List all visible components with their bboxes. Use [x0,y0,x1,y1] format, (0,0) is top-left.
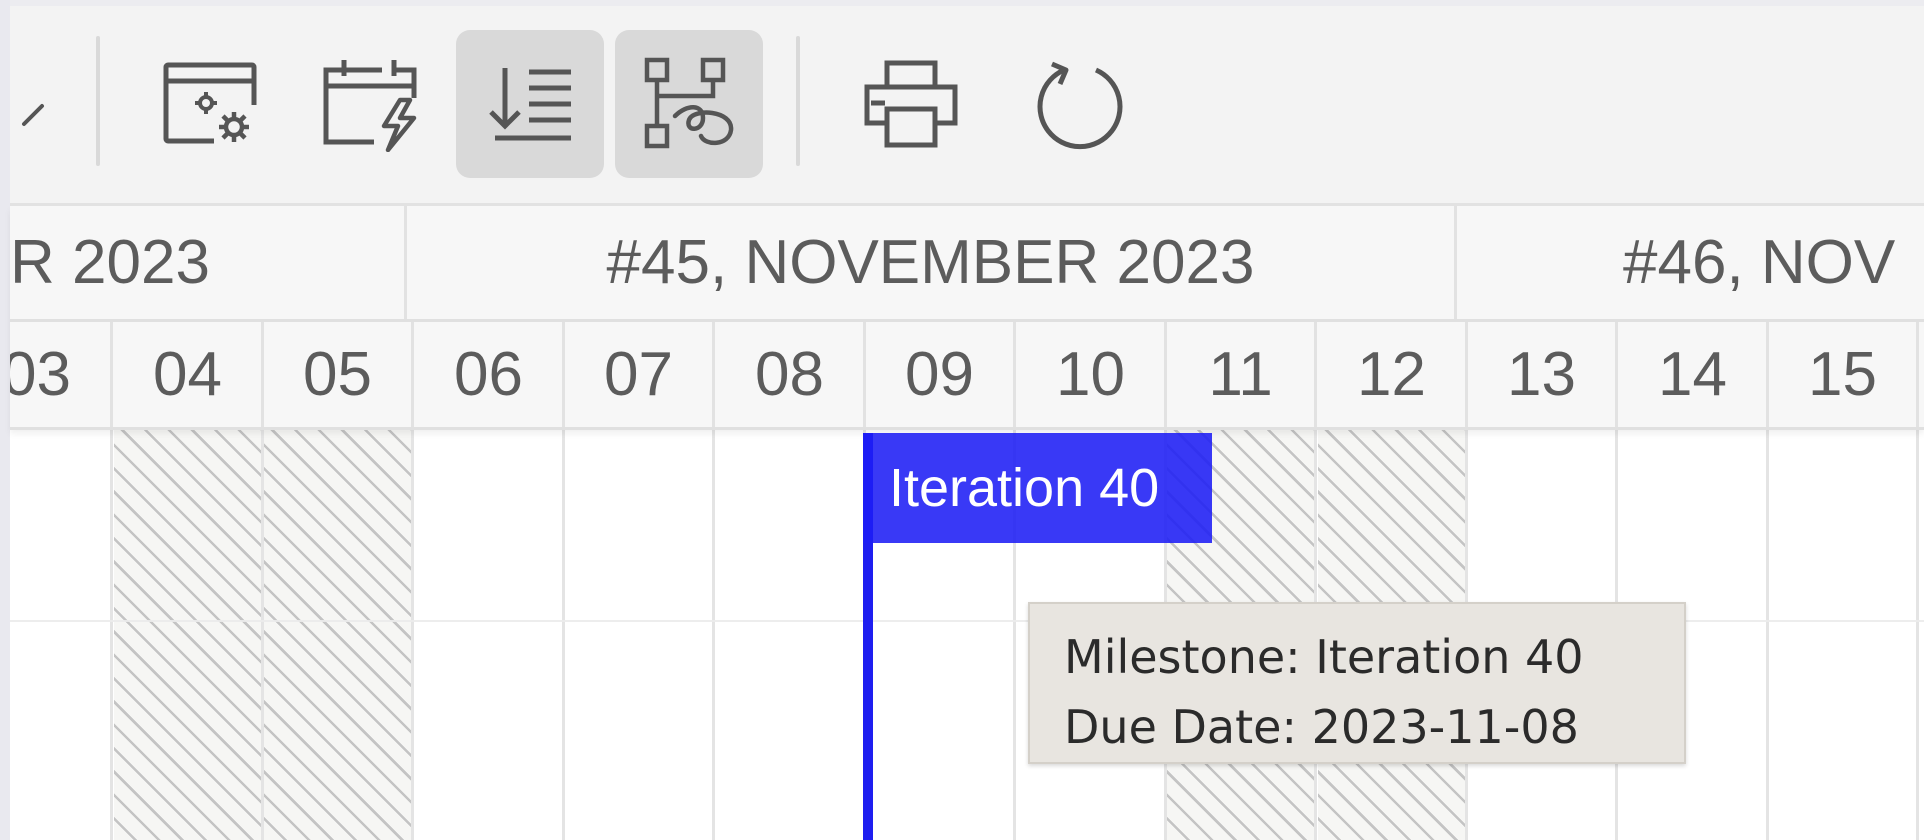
dependency-tree-button[interactable] [615,30,763,178]
day-label: 03 [10,340,71,409]
printer-icon [864,60,958,148]
week-header-cell: #46, NOV [1457,206,1924,319]
day-label: 15 [1808,340,1877,409]
calendar-quick-action-button[interactable] [298,30,446,178]
day-header-cell: 13 [1468,322,1618,427]
day-label: 13 [1507,340,1576,409]
day-header-cell: 03 [10,322,113,427]
week-label: R 2023 [10,228,210,297]
day-label: 04 [153,340,222,409]
refresh-button[interactable] [1006,30,1154,178]
day-header-cell: 15 [1769,322,1919,427]
background-window-edge-left [0,0,10,840]
day-label: 06 [454,340,523,409]
day-header-cell: 14 [1619,322,1769,427]
day-header-cell: 11 [1167,322,1317,427]
day-header-cell: 06 [415,322,565,427]
day-column [10,430,113,840]
day-label: 07 [604,340,673,409]
day-column [1769,430,1919,840]
day-label: 09 [905,340,974,409]
day-header-cell: 07 [565,322,715,427]
week-header-cell: R 2023 [10,206,407,319]
day-header-cell: 12 [1318,322,1468,427]
sort-indent-icon [489,68,571,141]
milestone-tooltip: Milestone: Iteration 40 Due Date: 2023-1… [1028,602,1686,764]
tooltip-milestone-line: Milestone: Iteration 40 [1064,630,1584,684]
week-label: #46, NOV [1623,228,1896,297]
gantt-window: R 2023 #45, NOVEMBER 2023 #46, NOV 03040… [0,0,1924,840]
day-column [565,430,715,840]
day-label: 08 [755,340,824,409]
timeline-header: R 2023 #45, NOVEMBER 2023 #46, NOV 03040… [10,206,1924,430]
day-header-cell: 10 [1017,322,1167,427]
toolbar [10,6,1924,206]
tooltip-due-date-line: Due Date: 2023-11-08 [1064,700,1579,754]
milestone-bar[interactable]: Iteration 40 [863,433,1212,543]
calendar-lightning-icon [323,60,417,152]
day-column [415,430,565,840]
day-header-cell: 09 [866,322,1016,427]
refresh-icon [1037,61,1123,150]
toolbar-separator [796,36,800,166]
day-label: 12 [1357,340,1426,409]
day-header-cell: 08 [716,322,866,427]
day-header-cell: 04 [114,322,264,427]
print-button[interactable] [837,30,985,178]
day-label: 14 [1658,340,1727,409]
milestone-label: Iteration 40 [889,458,1160,518]
sort-indent-button[interactable] [456,30,604,178]
week-header-row: R 2023 #45, NOVEMBER 2023 #46, NOV [10,206,1924,322]
day-label: 11 [1208,340,1273,409]
toolbar-separator [96,36,100,166]
week-label: #45, NOVEMBER 2023 [606,228,1255,297]
calendar-settings-button[interactable] [138,30,286,178]
day-label: 05 [303,340,372,409]
week-header-cell: #45, NOVEMBER 2023 [407,206,1457,319]
day-label: 10 [1056,340,1125,409]
weekend-column [264,430,414,840]
day-header-cell: 05 [264,322,414,427]
dependency-tree-icon [644,57,734,149]
weekend-column [114,430,264,840]
day-column [716,430,866,840]
day-header-row: 03 04 05 06 07 08 09 10 11 12 13 14 15 [10,322,1924,427]
partial-chevron-icon[interactable] [20,94,50,134]
calendar-settings-icon [163,62,260,149]
